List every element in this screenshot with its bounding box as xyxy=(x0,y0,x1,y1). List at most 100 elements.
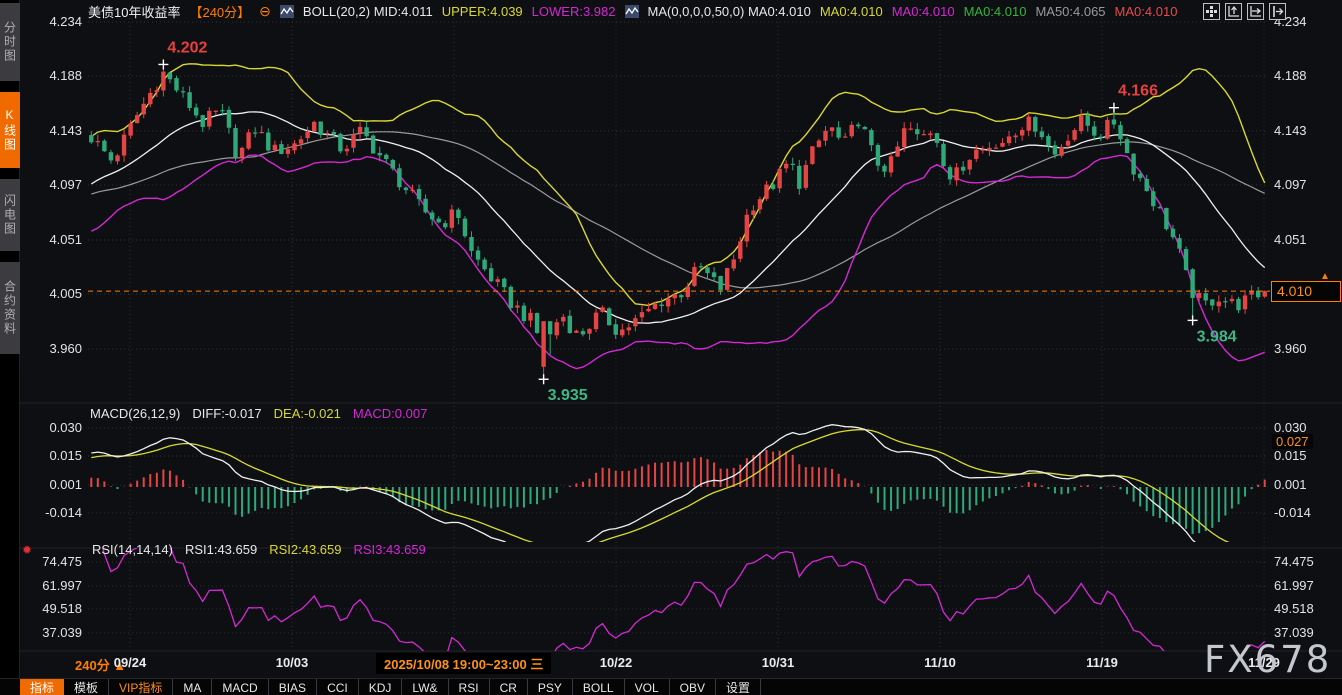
extreme-price-annotation: 4.166 xyxy=(1118,83,1158,100)
price-axis-label: 4.188 xyxy=(28,68,82,83)
price-axis-label: 4.051 xyxy=(1274,232,1307,247)
trading-app-window: 4.202 4.166 3.935 3.984 分时图 K线图闪电图合约资料 美债10年… xyxy=(0,0,1342,695)
macd-axis-label: 0.015 xyxy=(1274,448,1307,463)
macd-diff-value: DIFF:-0.017 xyxy=(192,406,261,421)
extreme-price-annotation: 3.935 xyxy=(548,387,588,404)
boll-upper-value: UPPER:4.039 xyxy=(442,4,523,19)
toolbar-tab-MA[interactable]: MA xyxy=(173,679,212,695)
ma-value-5: MA0:4.010 xyxy=(1115,4,1178,19)
sidebar-tab-2[interactable]: K线图 xyxy=(0,92,20,168)
time-axis: 240分 ▲ 2025/10/08 19:00~23:00 三 09/2410/… xyxy=(0,652,1342,676)
ma-values-group: MA0:4.010 MA0:4.010 MA0:4.010 MA50:4.065 MA0… xyxy=(820,4,1178,19)
price-axis-label: 3.960 xyxy=(1274,341,1307,356)
price-axis-label: 4.051 xyxy=(28,232,82,247)
macd-macd-value: MACD:0.007 xyxy=(353,406,427,421)
rsi2-value: RSI2:43.659 xyxy=(269,542,341,557)
date-axis-label: 11/19 xyxy=(1086,655,1118,670)
bottom-toolbar: 指标模板VIP指标MAMACDBIASCCIKDJLW&RSICRPSYBOLL… xyxy=(0,678,1342,695)
chart-canvas[interactable]: 4.202 4.166 3.935 3.984 xyxy=(0,0,1342,695)
ma-label-value: MA(0,0,0,0,50,0) MA0:4.010 xyxy=(648,4,811,19)
macd-axis-label: 0.030 xyxy=(1274,420,1307,435)
boll-lower-value: LOWER:3.982 xyxy=(532,4,616,19)
toolbar-tab-模板[interactable]: 模板 xyxy=(64,679,109,695)
price-axis-label: 4.097 xyxy=(1274,177,1307,192)
toolbar-tab-PSY[interactable]: PSY xyxy=(528,679,573,695)
boll-mid-value: BOLL(20,2) MID:4.011 xyxy=(303,4,433,19)
price-axis-label: 4.188 xyxy=(1274,68,1307,83)
last-price-tag: 4.010 xyxy=(1271,281,1341,302)
ma-value-1: MA0:4.010 xyxy=(820,4,883,19)
ma-value-4: MA50:4.065 xyxy=(1035,4,1105,19)
macd-title-label: MACD(26,12,9) xyxy=(90,406,180,421)
price-tag-arrow-icon: ▲ xyxy=(1320,271,1330,282)
toolbar-tab-MACD[interactable]: MACD xyxy=(212,679,268,695)
toolbar-tab-BIAS[interactable]: BIAS xyxy=(269,679,317,695)
rsi1-value: RSI1:43.659 xyxy=(185,542,257,557)
fx678-watermark: FX678 xyxy=(1204,638,1331,681)
toolbar-tab-指标[interactable]: 指标 xyxy=(20,679,64,695)
price-axis-label: 3.960 xyxy=(28,341,82,356)
rsi-panel-title: RSI(14,14,14) RSI1:43.659 RSI2:43.659 RS… xyxy=(92,542,426,557)
symbol-title: 美债10年收益率 xyxy=(88,2,180,21)
macd-axis-label: 0.001 xyxy=(28,477,82,492)
collapse-icon[interactable]: ⊖ xyxy=(259,4,271,18)
toolbar-tab-RSI[interactable]: RSI xyxy=(449,679,490,695)
price-axis-label: 4.143 xyxy=(1274,123,1307,138)
toolbar-tab-CR[interactable]: CR xyxy=(490,679,528,695)
rsi-axis-label: 61.997 xyxy=(28,578,82,593)
toolbar-tab-VOL[interactable]: VOL xyxy=(625,679,670,695)
rsi-axis-label: 61.997 xyxy=(1274,578,1314,593)
extreme-marker: 4.166 xyxy=(1109,83,1158,113)
ma-value-2: MA0:4.010 xyxy=(892,4,955,19)
sidebar-tab-1[interactable]: 分时图 xyxy=(0,3,20,81)
date-axis-label: 09/24 xyxy=(114,655,147,670)
macd-panel-title: MACD(26,12,9) DIFF:-0.017 DEA:-0.021 MAC… xyxy=(90,406,427,421)
macd-axis-label: 0.030 xyxy=(28,420,82,435)
pan-right-icon[interactable] xyxy=(1269,3,1286,20)
price-axis-label: 4.097 xyxy=(28,177,82,192)
date-axis-label: 10/22 xyxy=(600,655,633,670)
starburst-icon: ✹ xyxy=(22,543,32,557)
left-sidebar: 分时图 K线图闪电图合约资料 xyxy=(0,0,20,695)
extreme-marker: 3.935 xyxy=(539,374,588,404)
scale-y-icon[interactable] xyxy=(1225,3,1242,20)
period-label[interactable]: 【240分】 xyxy=(189,2,250,21)
macd-axis-label: 0.015 xyxy=(28,448,82,463)
toolbar-tab-KDJ[interactable]: KDJ xyxy=(359,679,403,695)
macd-dea-value: DEA:-0.021 xyxy=(274,406,341,421)
extreme-price-annotation: 3.984 xyxy=(1197,328,1237,345)
price-axis-label: 4.143 xyxy=(28,123,82,138)
price-axis-label: 4.234 xyxy=(28,14,82,29)
extreme-marker: 3.984 xyxy=(1188,315,1237,345)
rsi-axis-label: 74.475 xyxy=(28,554,82,569)
rsi3-value: RSI3:43.659 xyxy=(354,542,426,557)
layout-grid-icon[interactable] xyxy=(1203,3,1220,20)
ma-value-3: MA0:4.010 xyxy=(964,4,1027,19)
date-axis-label: 10/03 xyxy=(276,655,309,670)
toolbar-tab-BOLL[interactable]: BOLL xyxy=(573,679,625,695)
indicator-tabs: 指标模板VIP指标MAMACDBIASCCIKDJLW&RSICRPSYBOLL… xyxy=(20,679,761,695)
selected-candle-datetime: 2025/10/08 19:00~23:00 三 xyxy=(376,653,551,674)
sidebar-tab-4[interactable]: 合约资料 xyxy=(0,262,20,354)
macd-axis-label: -0.014 xyxy=(28,505,82,520)
toolbar-tab-LW&[interactable]: LW& xyxy=(402,679,448,695)
toolbar-tab-VIP指标[interactable]: VIP指标 xyxy=(109,679,173,695)
date-axis-label: 10/31 xyxy=(762,655,795,670)
price-axis-label: 4.005 xyxy=(28,286,82,301)
scale-x-icon[interactable] xyxy=(1247,3,1264,20)
rsi-axis-label: 49.518 xyxy=(1274,601,1314,616)
rsi-axis-label: 74.475 xyxy=(1274,554,1314,569)
chart-header: 美债10年收益率 【240分】 ⊖ BOLL(20,2) MID:4.011 U… xyxy=(88,0,1177,22)
extreme-price-annotation: 4.202 xyxy=(167,39,207,56)
ma-settings-icon[interactable] xyxy=(625,5,639,18)
toolbar-tab-CCI[interactable]: CCI xyxy=(317,679,359,695)
boll-settings-icon[interactable] xyxy=(280,5,294,18)
corner-toolbar xyxy=(1203,3,1286,20)
rsi-axis-label: 37.039 xyxy=(28,625,82,640)
rsi-axis-label: 49.518 xyxy=(28,601,82,616)
rsi-title-label: RSI(14,14,14) xyxy=(92,542,173,557)
toolbar-tab-设置[interactable]: 设置 xyxy=(716,679,761,695)
toolbar-tab-OBV[interactable]: OBV xyxy=(670,679,716,695)
macd-axis-tag: 0.027 xyxy=(1272,434,1313,449)
sidebar-tab-3[interactable]: 闪电图 xyxy=(0,179,20,251)
